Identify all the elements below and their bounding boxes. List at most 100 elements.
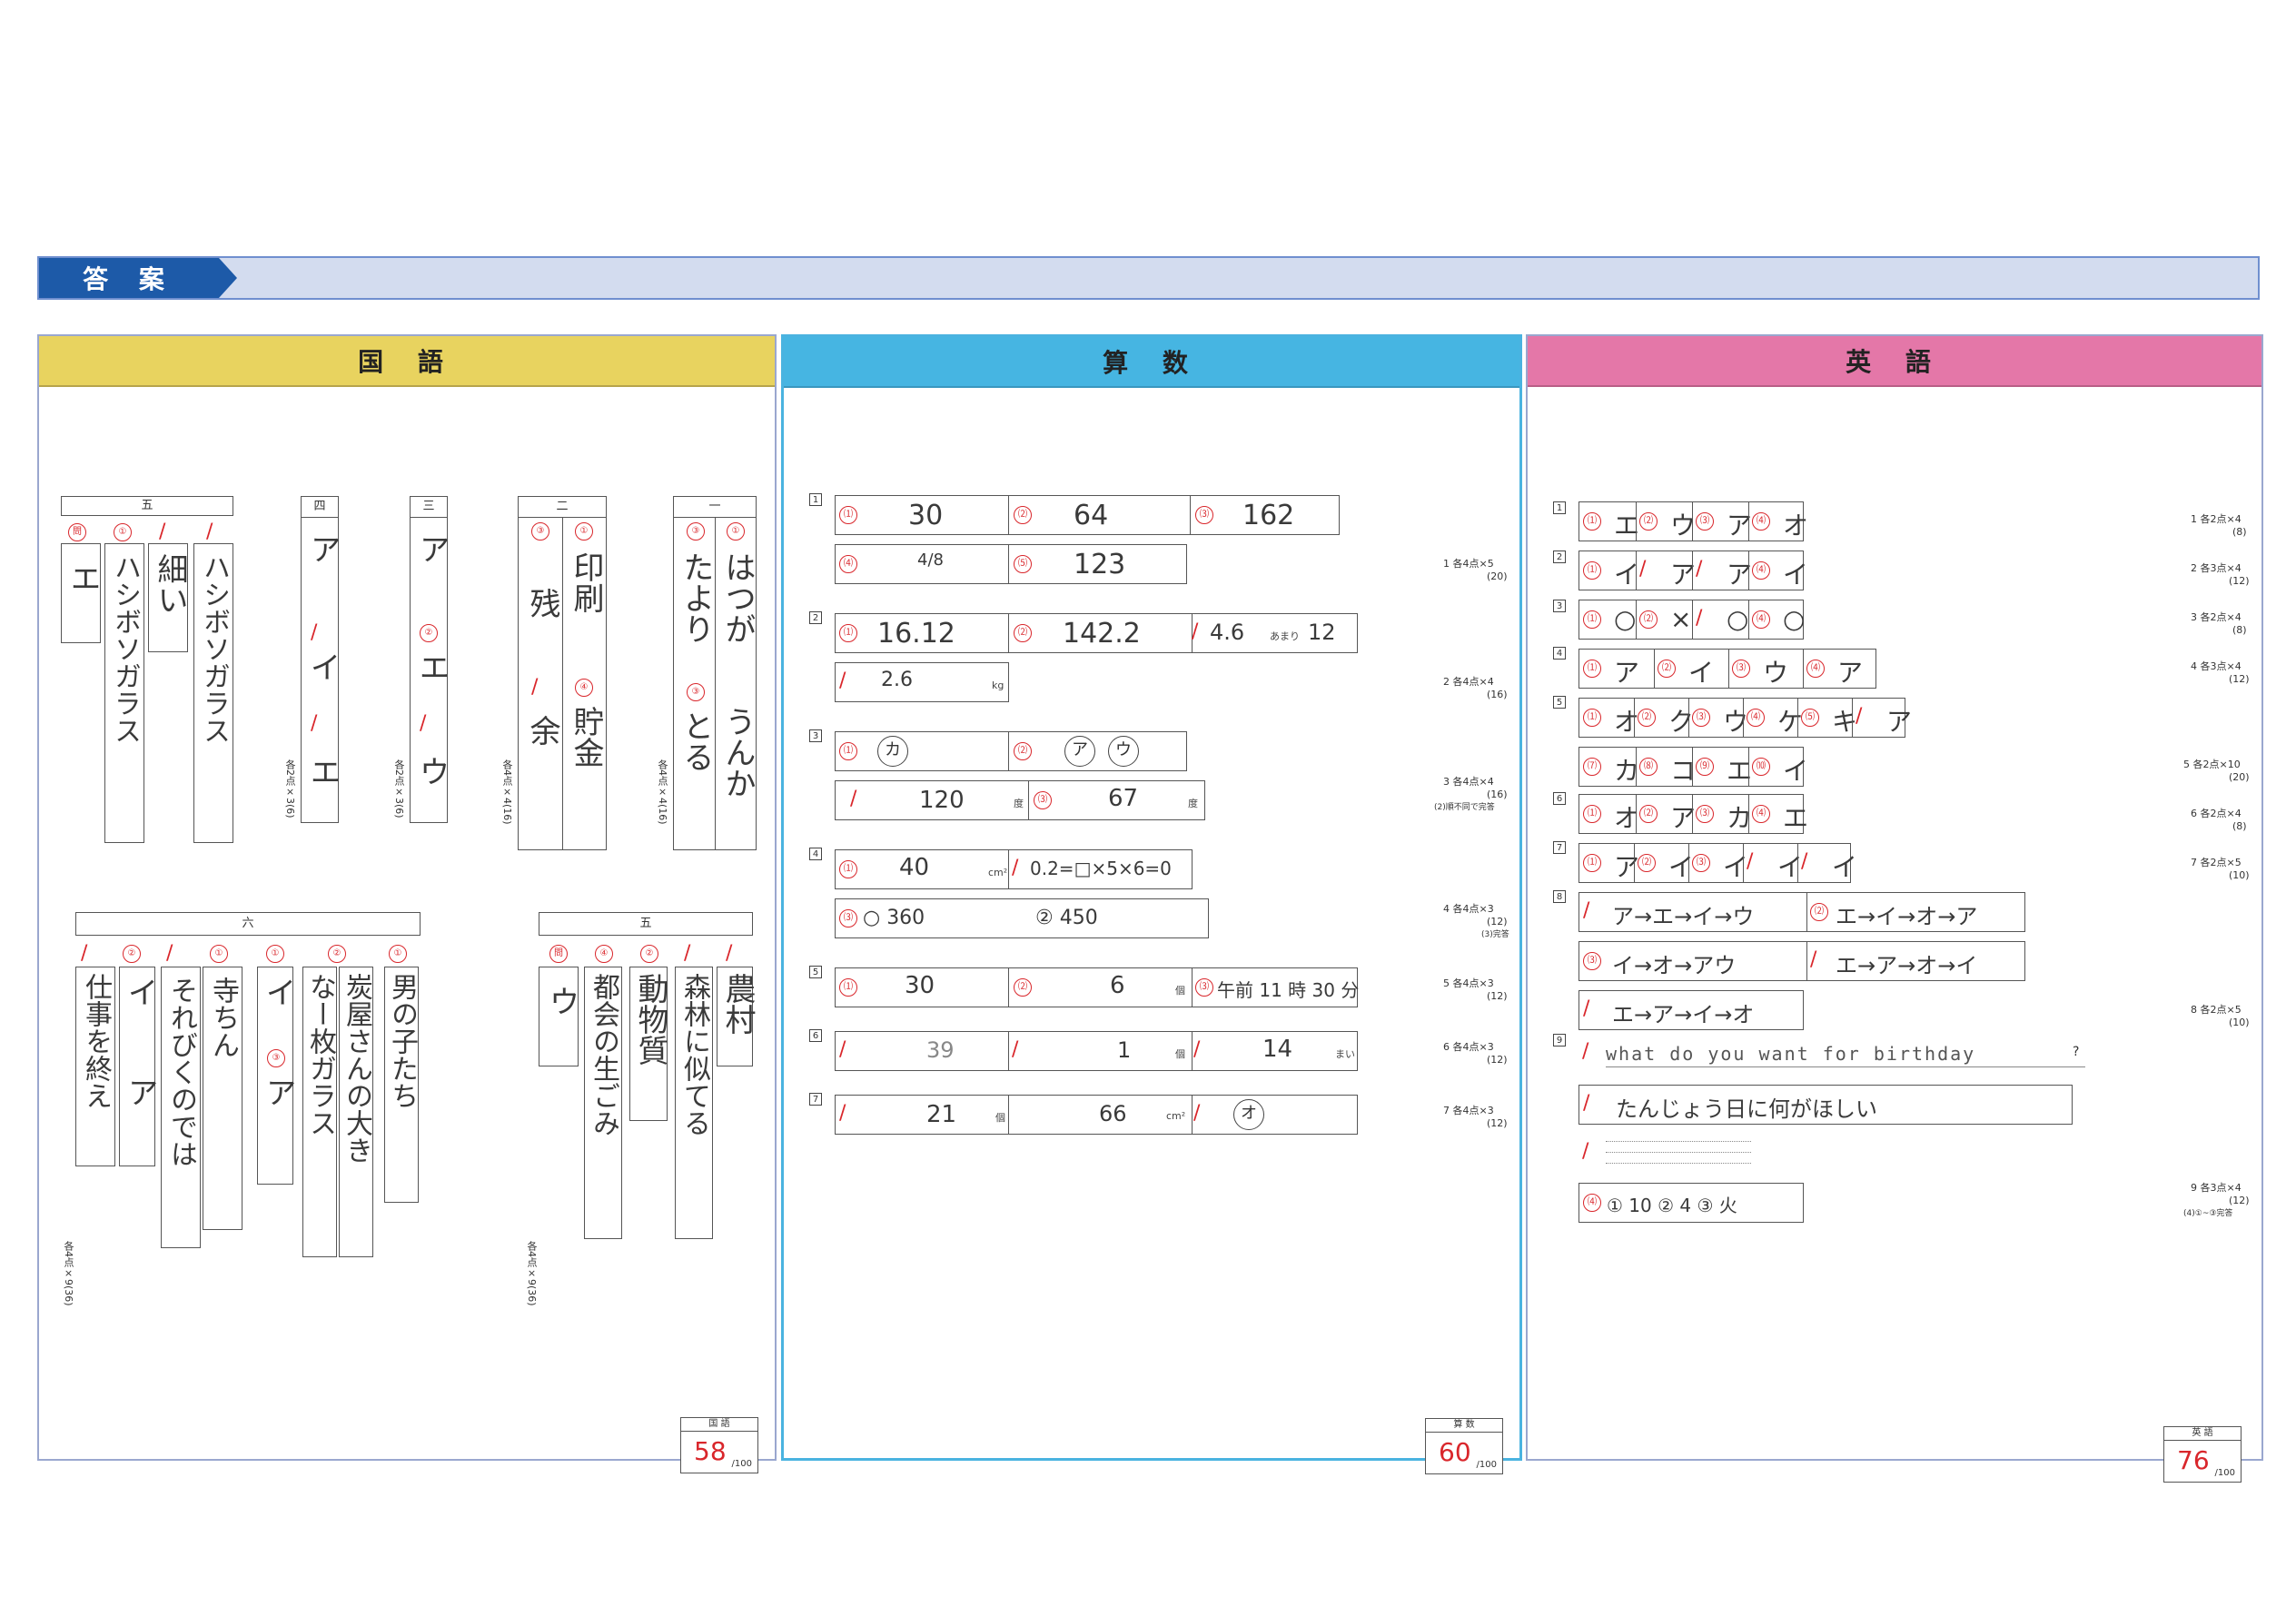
mark-slash: / [1193, 1102, 1201, 1125]
mark-slash: / [839, 670, 846, 692]
eigo-q7-answer-4: イ [1777, 852, 1804, 882]
kokugo-score-box: 国 語 58 /100 [680, 1417, 758, 1473]
sansu-q3-answer-4: 120 [919, 787, 965, 814]
divider [1692, 748, 1693, 786]
sansu-q7-answer-3: オ [1233, 1099, 1264, 1130]
eigo-q3-answer-4: ○ [1783, 604, 1806, 634]
mark-circle: ⑸ [1014, 555, 1032, 573]
kokugo-section-5-bottom: 五 / 農村 / 森林に似てる ② 動物質 ④ 都会の生ごみ 問 ウ [539, 912, 756, 1257]
sansu-q4-points: 4 各4点×3 [1443, 903, 1494, 915]
eigo-q8-sub: (10) [2229, 1017, 2250, 1028]
sansu-q5-number: 5 [809, 966, 822, 978]
mark-circle: ② [123, 945, 141, 963]
eigo-q1-answer-4: オ [1783, 511, 1809, 541]
sansu-panel: 算 数 1 ⑴ 30 ⑵ 64 ⑶ 162 ⑷ 4/8 ⑸ 123 1 各4点×… [781, 334, 1522, 1474]
mark-circle: ③ [687, 683, 705, 701]
eigo-q5b-answer-10: イ [1783, 756, 1809, 786]
eigo-q1-row-box: ⑴エ⑵ウ⑶ア⑷オ [1578, 501, 1808, 541]
kokugo-s1-answer-c: たより [678, 551, 714, 644]
sansu-q2-answer-1: 16.12 [877, 618, 955, 650]
divider [1028, 781, 1029, 819]
sansu-q7-points: 7 各4点×3 [1443, 1105, 1494, 1116]
kokugo-s5bot-col-a: 農村 [717, 967, 756, 1066]
divider [715, 517, 716, 849]
sansu-q6-answer-3: 14 [1262, 1036, 1293, 1063]
mark-circle: ④ [595, 945, 613, 963]
sansu-q4-row1: ⑴ 40 cm² / 0.2=□×5×6=0 [835, 849, 1193, 889]
mark-circle: ② [420, 624, 438, 642]
eigo-q7-number: 7 [1553, 841, 1566, 854]
sansu-q7-sub: (12) [1487, 1117, 1508, 1129]
mark-circle: ⑴ [1583, 660, 1601, 678]
divider [1688, 699, 1689, 737]
kokugo-s2-answer-b: 貯金 [568, 706, 604, 768]
answer-header: 答 案 [37, 256, 2260, 300]
mark-circle: ③ [267, 1049, 285, 1067]
eigo-q6-number: 6 [1553, 792, 1566, 805]
eigo-q8-answer-4: エ→ア→オ→イ [1836, 953, 1978, 978]
eigo-q8-row2: ⑶ イ→オ→アウ / エ→ア→オ→イ [1578, 941, 2025, 981]
kokugo-title: 国 語 [39, 336, 775, 387]
kokugo-section-3: 三 ア ② エ / ウ [410, 496, 450, 823]
mark-circle: ⑶ [1692, 709, 1710, 727]
mark-slash: / [311, 621, 318, 644]
kokugo-s5bot-answer-a: 農村 [719, 973, 756, 1035]
sansu-q5-sub: (12) [1487, 990, 1508, 1002]
mark-circle: ⑵ [1638, 854, 1656, 872]
eigo-q9-sub: (12) [2229, 1195, 2250, 1206]
divider [1008, 1032, 1009, 1070]
divider [1688, 844, 1689, 882]
eigo-q3-answer-1: ○ [1614, 604, 1637, 634]
eigo-score-label: 英 語 [2164, 1427, 2241, 1441]
mark-slash: / [850, 788, 857, 810]
sansu-q4-answer-2: 0.2=□×5×6=0 [1030, 858, 1172, 879]
mark-circle: ⑼ [1696, 758, 1714, 776]
eigo-q6-answer-4: エ [1783, 803, 1809, 833]
sansu-q4-note: (3)完答 [1481, 930, 1509, 939]
mark-slash: / [839, 1038, 846, 1061]
eigo-q7-points: 7 各2点×5 [2191, 857, 2242, 868]
divider [1192, 1032, 1193, 1070]
mark-slash: / [1696, 607, 1703, 630]
mark-circle: ⑻ [1639, 758, 1658, 776]
sansu-q6-row: / 39 / 1 個 / 14 まい [835, 1031, 1358, 1071]
sansu-q2-number: 2 [809, 611, 822, 624]
eigo-q4-answer-4: ア [1837, 658, 1864, 688]
kokugo-score-denominator: /100 [731, 1459, 752, 1469]
sansu-q2-answer-3: 4.6 [1210, 620, 1245, 645]
sansu-q7-answer-2: 66 [1099, 1101, 1127, 1126]
mark-slash: / [1192, 620, 1199, 643]
kokugo-s6-points: 各4点×9(36) [63, 1241, 74, 1306]
eigo-q7-answer-1: ア [1614, 852, 1640, 882]
kokugo-s5top-box-b: ハシボソガラス [104, 543, 144, 843]
sansu-q6-answer-2: 1 [1117, 1037, 1132, 1063]
eigo-body: ⑴エ⑵ウ⑶ア⑷オ ⑴ イ / ア / ア ⑷ イ ⑴ ○ ⑵ × / ○ ⑷ ○ ⑴ア⑵イ⑶ウ⑷ア ⑴オ⑵ク… [1528, 387, 2261, 1483]
eigo-q5-sub: (20) [2229, 771, 2250, 783]
eigo-q4-answer-1: ア [1614, 658, 1640, 688]
sansu-body: 1 ⑴ 30 ⑵ 64 ⑶ 162 ⑷ 4/8 ⑸ 123 1 各4点×5 (2… [784, 388, 1519, 1474]
mark-circle: ⑶ [1583, 952, 1601, 970]
mark-circle: ⑶ [1692, 854, 1710, 872]
divider [1748, 502, 1749, 541]
sansu-q3-number: 3 [809, 729, 822, 742]
sansu-title: 算 数 [784, 337, 1519, 388]
eigo-q9-note: (4)①~③完答 [2183, 1209, 2233, 1218]
kokugo-s6-col-f: 寺ちん [203, 967, 242, 1230]
divider [1806, 942, 1807, 980]
sansu-score-denominator: /100 [1476, 1460, 1497, 1470]
sansu-q4-answer-4: ② 450 [1035, 907, 1098, 929]
eigo-q5a-answer-1: オ [1614, 707, 1640, 737]
kokugo-s6-answer-h: イ [122, 977, 158, 1007]
eigo-q3-answer-3: ○ [1727, 604, 1749, 634]
mark-slash: / [1583, 997, 1590, 1020]
mark-circle: ⑺ [1583, 758, 1601, 776]
kokugo-section-6: 六 ① 男の子たち ② 炭屋さんの大き なー枚ガラス ① イ ③ ア ① 寺ちん [75, 912, 421, 1275]
sansu-q6-unit-2: 個 [1175, 1048, 1185, 1060]
kokugo-s1-points: 各4点×4(16) [657, 759, 668, 825]
mark-circle: ⑵ [1638, 709, 1656, 727]
kokugo-s2-answer-a: 印刷 [568, 551, 604, 613]
eigo-q5a-answer-2: ク [1668, 707, 1695, 737]
sansu-q5-answer-3: 午前 11 時 30 分 [1217, 979, 1360, 1001]
sansu-q2-sub: (16) [1487, 689, 1508, 700]
sansu-q3-unit-1: 度 [1014, 798, 1024, 809]
